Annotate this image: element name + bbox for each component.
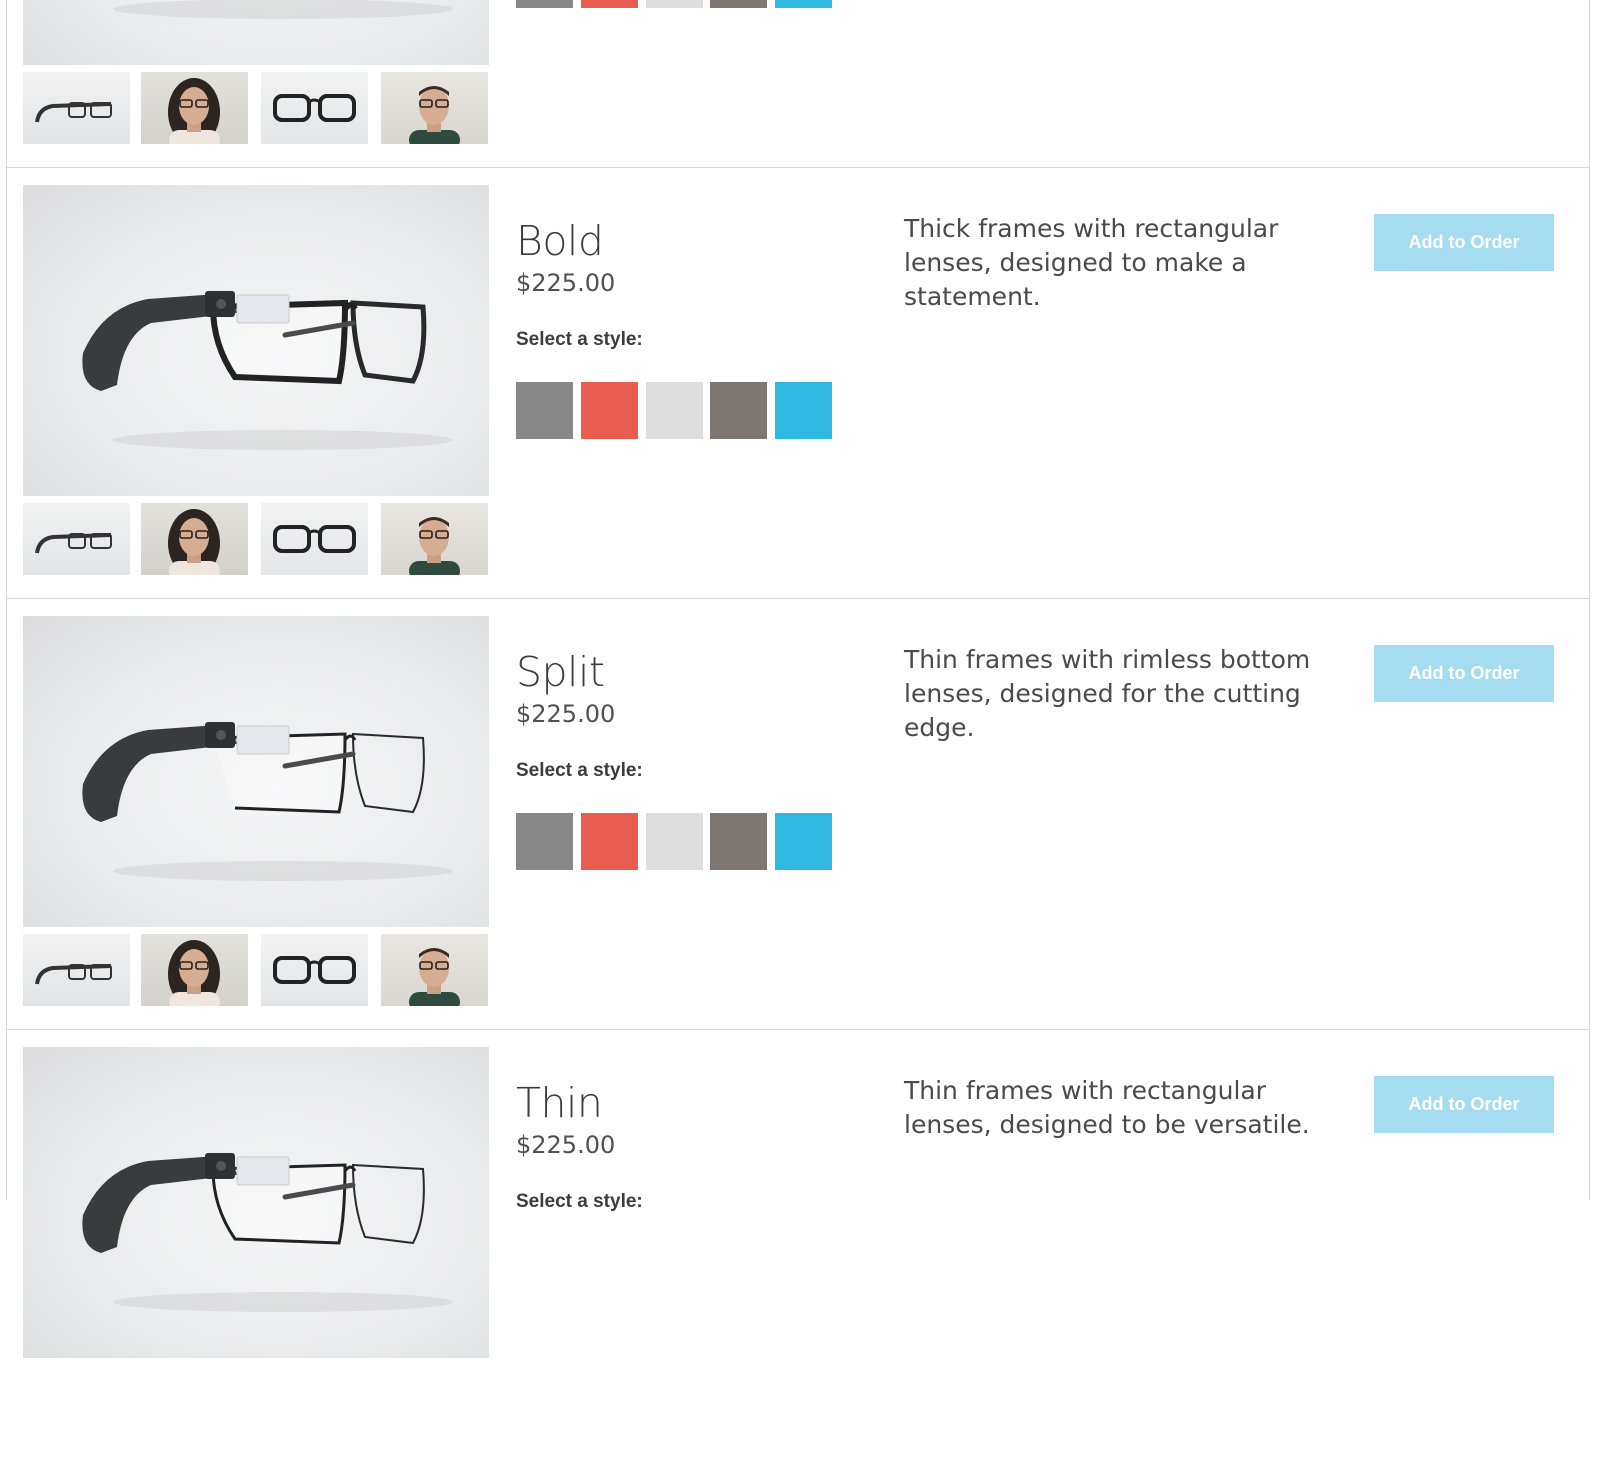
section-divider bbox=[7, 598, 1589, 599]
style-swatches bbox=[516, 813, 836, 870]
thumbnail-glasses-side[interactable] bbox=[23, 503, 130, 575]
glasses-illustration bbox=[82, 722, 453, 881]
swatch-graphite[interactable] bbox=[516, 0, 573, 8]
swatch-shale[interactable] bbox=[710, 382, 767, 439]
man-wearing-illustration bbox=[409, 86, 460, 144]
thumbnail-strip bbox=[23, 503, 489, 575]
select-style-label: Select a style: bbox=[516, 1191, 643, 1212]
thumbnail-man-wearing[interactable] bbox=[381, 503, 488, 575]
thumbnail-glasses-front[interactable] bbox=[261, 934, 368, 1006]
thumbnail-glasses-side[interactable] bbox=[23, 934, 130, 1006]
glasses-illustration bbox=[82, 1153, 453, 1312]
style-swatches bbox=[516, 0, 836, 8]
glasses-side-illustration bbox=[35, 964, 112, 985]
add-to-order-button[interactable]: Add to Order bbox=[1374, 645, 1554, 702]
thumbnail-strip bbox=[23, 72, 489, 144]
thumbnail-glasses-front[interactable] bbox=[261, 72, 368, 144]
glasses-side-illustration bbox=[35, 533, 112, 554]
swatch-sky[interactable] bbox=[775, 813, 832, 870]
glasses-front-illustration bbox=[273, 94, 356, 122]
swatch-sky[interactable] bbox=[775, 382, 832, 439]
glasses-illustration bbox=[82, 291, 453, 450]
product-card-thin: Thin $225.00 Select a style: Thin frames… bbox=[7, 1047, 1589, 1477]
thumbnail-woman-wearing[interactable] bbox=[141, 72, 248, 144]
product-name: Split bbox=[516, 648, 605, 696]
woman-wearing-illustration bbox=[168, 940, 220, 1006]
section-divider bbox=[7, 167, 1589, 168]
woman-wearing-illustration bbox=[168, 509, 220, 575]
woman-wearing-illustration bbox=[168, 78, 220, 144]
product-name: Thin bbox=[516, 1079, 603, 1127]
thumbnail-man-wearing[interactable] bbox=[381, 72, 488, 144]
product-hero-image[interactable] bbox=[23, 616, 489, 927]
style-swatches bbox=[516, 382, 836, 439]
thumbnail-man-wearing[interactable] bbox=[381, 934, 488, 1006]
swatch-sky[interactable] bbox=[775, 0, 832, 8]
glasses-side-illustration bbox=[35, 102, 112, 123]
product-card-partial bbox=[7, 0, 1589, 184]
select-style-label: Select a style: bbox=[516, 760, 643, 781]
man-wearing-illustration bbox=[409, 948, 460, 1006]
swatch-tangerine[interactable] bbox=[581, 813, 638, 870]
add-to-order-button[interactable]: Add to Order bbox=[1374, 1076, 1554, 1133]
swatch-graphite[interactable] bbox=[516, 813, 573, 870]
product-name: Bold bbox=[516, 217, 604, 265]
product-description: Thick frames with rectangular lenses, de… bbox=[904, 214, 1279, 311]
product-card-bold: Bold $225.00 Select a style: Thick frame… bbox=[7, 185, 1589, 615]
glasses-illustration bbox=[113, 0, 453, 19]
product-hero-image[interactable] bbox=[23, 0, 489, 65]
swatch-cotton[interactable] bbox=[646, 382, 703, 439]
thumbnail-strip bbox=[23, 934, 489, 1006]
product-price: $225.00 bbox=[516, 700, 616, 728]
thumbnail-glasses-front[interactable] bbox=[261, 503, 368, 575]
product-price: $225.00 bbox=[516, 1131, 616, 1159]
thumbnail-woman-wearing[interactable] bbox=[141, 503, 248, 575]
product-price: $225.00 bbox=[516, 269, 616, 297]
select-style-label: Select a style: bbox=[516, 329, 643, 350]
swatch-shale[interactable] bbox=[710, 0, 767, 8]
product-hero-image[interactable] bbox=[23, 1047, 489, 1358]
thumbnail-glasses-side[interactable] bbox=[23, 72, 130, 144]
product-list-page: Bold $225.00 Select a style: Thick frame… bbox=[6, 0, 1590, 1358]
swatch-tangerine[interactable] bbox=[581, 382, 638, 439]
product-card-split: Split $225.00 Select a style: Thin frame… bbox=[7, 616, 1589, 1046]
product-description: Thin frames with rimless bottom lenses, … bbox=[904, 645, 1311, 742]
add-to-order-button[interactable]: Add to Order bbox=[1374, 214, 1554, 271]
swatch-cotton[interactable] bbox=[646, 0, 703, 8]
swatch-tangerine[interactable] bbox=[581, 0, 638, 8]
thumbnail-woman-wearing[interactable] bbox=[141, 934, 248, 1006]
section-divider bbox=[7, 1029, 1589, 1030]
swatch-shale[interactable] bbox=[710, 813, 767, 870]
glasses-front-illustration bbox=[273, 525, 356, 553]
glasses-front-illustration bbox=[273, 956, 356, 984]
product-hero-image[interactable] bbox=[23, 185, 489, 496]
swatch-graphite[interactable] bbox=[516, 382, 573, 439]
swatch-cotton[interactable] bbox=[646, 813, 703, 870]
product-description: Thin frames with rectangular lenses, des… bbox=[904, 1076, 1310, 1139]
man-wearing-illustration bbox=[409, 517, 460, 575]
